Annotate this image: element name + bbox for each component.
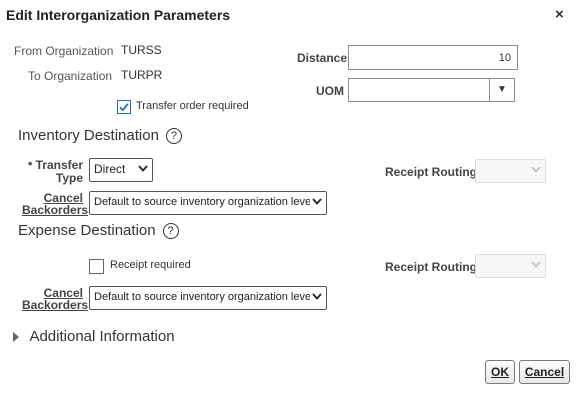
inventory-receipt-routing-label: Receipt Routing xyxy=(385,165,477,179)
additional-information-label: Additional Information xyxy=(29,328,175,346)
from-organization-label: From Organization xyxy=(14,44,114,58)
distance-input[interactable]: 10 xyxy=(348,45,518,70)
dialog-title: Edit Interorganization Parameters xyxy=(6,7,231,23)
expense-cancel-backorders-value: Default to source inventory organization… xyxy=(94,291,314,303)
uom-label: UOM xyxy=(316,84,344,98)
uom-input[interactable] xyxy=(348,78,490,102)
transfer-order-checkbox[interactable] xyxy=(117,100,131,114)
transfer-type-value: Direct xyxy=(94,162,126,176)
transfer-type-label-line2: Type xyxy=(55,171,83,185)
chevron-down-icon xyxy=(310,197,322,207)
expense-cancel-backorders-select[interactable]: Default to source inventory organization… xyxy=(89,286,327,310)
triangle-down-icon: ▼ xyxy=(497,84,507,95)
transfer-type-label: * Transfer Type xyxy=(28,159,83,184)
receipt-required-checkbox[interactable] xyxy=(89,259,104,274)
ok-button[interactable]: OK xyxy=(485,360,515,384)
transfer-type-select[interactable]: Direct xyxy=(89,158,153,182)
transfer-order-label: Transfer order required xyxy=(136,100,249,112)
required-indicator: * xyxy=(28,160,33,172)
expense-destination-heading: Expense Destination? xyxy=(18,222,179,240)
expense-destination-title: Expense Destination xyxy=(18,222,156,239)
inventory-cancel-backorders-label: Cancel Backorders xyxy=(22,192,88,216)
transfer-type-label-line1: Transfer xyxy=(35,158,83,172)
inventory-destination-heading: Inventory Destination? xyxy=(18,127,182,145)
from-organization-value: TURSS xyxy=(121,43,162,57)
inventory-cancel-label-line2: Backorders xyxy=(22,203,89,217)
chevron-down-icon xyxy=(531,165,541,175)
close-icon[interactable]: × xyxy=(555,6,564,23)
to-organization-label: To Organization xyxy=(28,69,113,83)
uom-dropdown-button[interactable]: ▼ xyxy=(490,78,515,102)
inventory-cancel-backorders-value: Default to source inventory organization… xyxy=(94,196,314,208)
triangle-right-icon xyxy=(13,331,19,342)
to-organization-value: TURPR xyxy=(121,68,163,82)
chevron-down-icon xyxy=(531,260,541,270)
chevron-down-icon xyxy=(310,292,322,302)
distance-label: Distance xyxy=(297,51,348,65)
cancel-button[interactable]: Cancel xyxy=(519,360,570,384)
expense-receipt-routing-label: Receipt Routing xyxy=(385,260,477,274)
chevron-down-icon xyxy=(138,164,148,174)
additional-information-disclosure[interactable]: Additional Information xyxy=(12,328,175,346)
expense-cancel-backorders-label: Cancel Backorders xyxy=(22,287,88,311)
receipt-required-label: Receipt required xyxy=(110,259,191,271)
inventory-cancel-backorders-select[interactable]: Default to source inventory organization… xyxy=(89,191,327,215)
help-icon[interactable]: ? xyxy=(165,128,182,145)
checkmark-icon xyxy=(117,100,131,114)
expense-cancel-label-line2: Backorders xyxy=(22,298,89,312)
inventory-destination-title: Inventory Destination xyxy=(18,127,159,144)
help-icon[interactable]: ? xyxy=(162,223,179,240)
expense-receipt-routing-select[interactable] xyxy=(475,254,546,278)
inventory-receipt-routing-select[interactable] xyxy=(475,159,546,183)
